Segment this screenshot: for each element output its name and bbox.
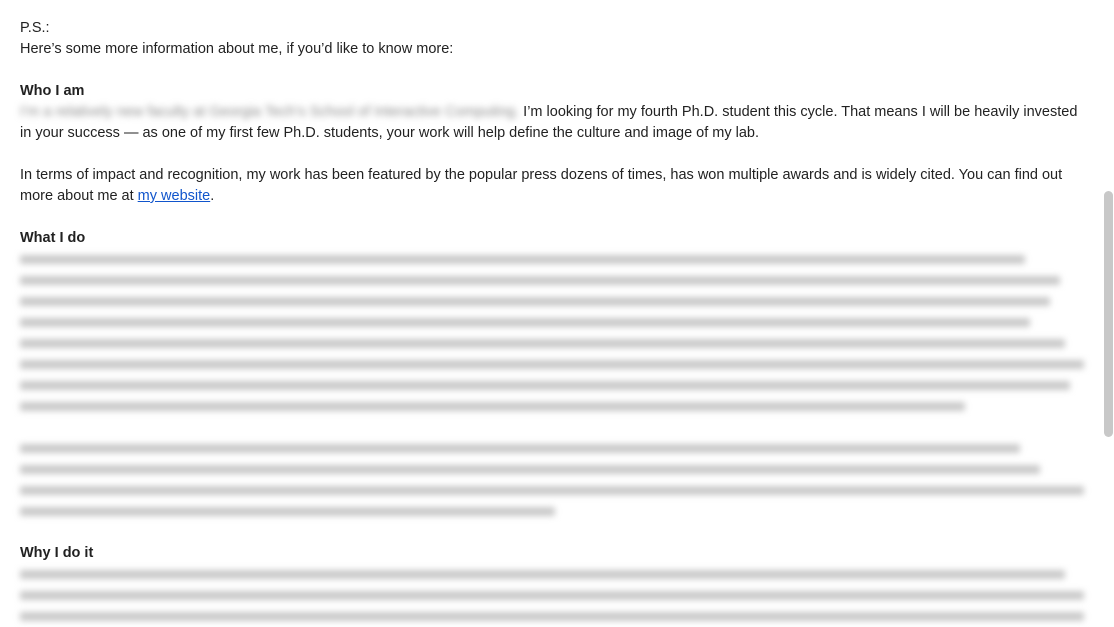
what-paragraph-redacted bbox=[20, 249, 1088, 417]
second-paragraph-redacted bbox=[20, 438, 1088, 522]
who-paragraph: I’m a relatively new faculty at Georgia … bbox=[20, 102, 1088, 144]
intro-text: Here’s some more information about me, i… bbox=[20, 41, 454, 57]
why-paragraph-redacted bbox=[20, 564, 1088, 627]
what-heading: What I do bbox=[20, 230, 86, 246]
email-body: P.S.: Here’s some more information about… bbox=[20, 18, 1088, 627]
redacted-text: I’m a relatively new faculty at Georgia … bbox=[20, 104, 520, 120]
why-heading: Why I do it bbox=[20, 545, 94, 561]
impact-paragraph: In terms of impact and recognition, my w… bbox=[20, 167, 1063, 204]
who-heading: Who I am bbox=[20, 83, 85, 99]
website-link[interactable]: my website bbox=[138, 188, 211, 204]
ps-label: P.S.: bbox=[20, 20, 50, 36]
scrollbar[interactable] bbox=[1102, 0, 1114, 627]
scrollbar-thumb[interactable] bbox=[1104, 191, 1113, 437]
